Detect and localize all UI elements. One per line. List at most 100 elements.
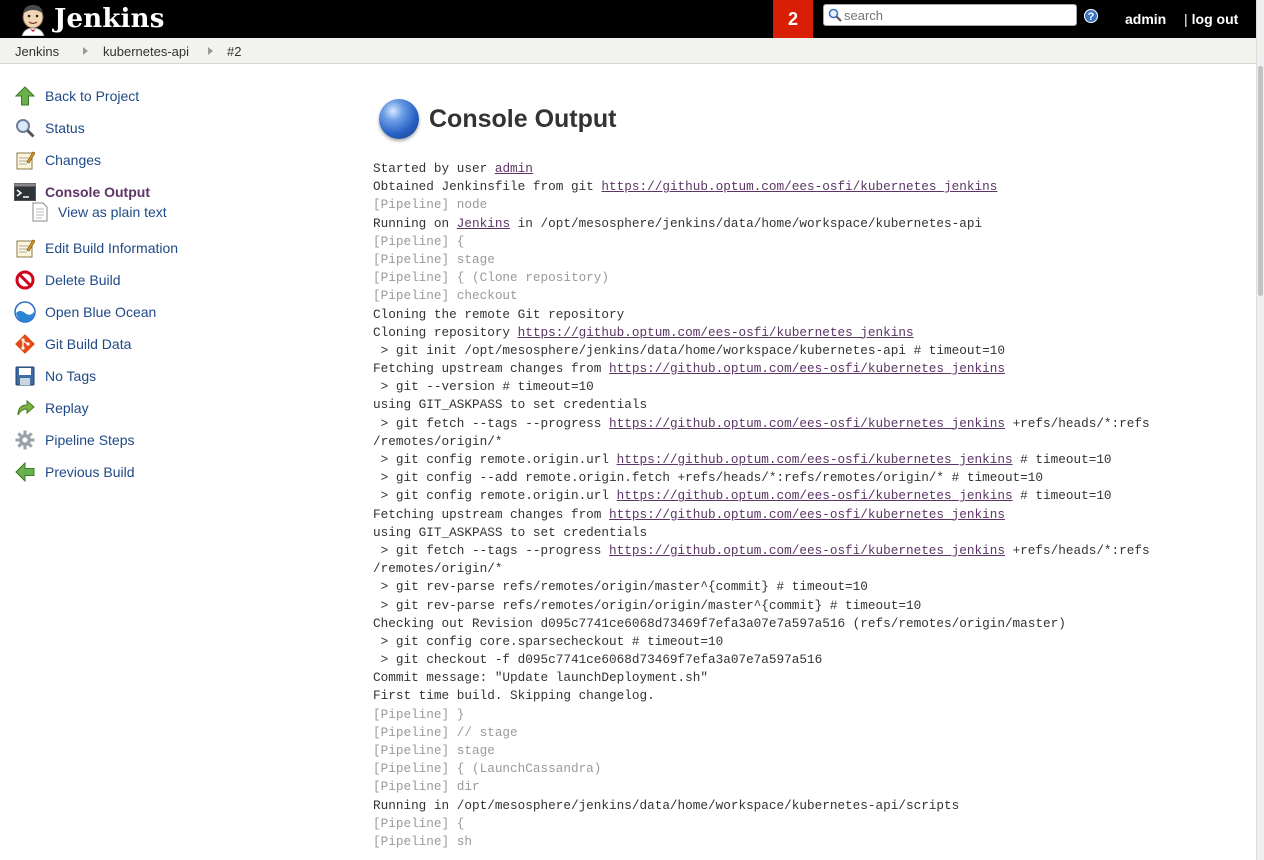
task-label: Changes	[45, 152, 102, 168]
console-text: Fetching upstream changes from	[373, 361, 610, 377]
scrollbar-thumb[interactable]	[1258, 66, 1263, 296]
console-text: > git init /opt/mesosphere/jenkins/data/…	[373, 342, 1005, 358]
console-text: Checking out Revision d095c7741ce6068d73…	[373, 615, 1066, 631]
console-text: > git rev-parse refs/remotes/origin/orig…	[373, 597, 922, 613]
console-line: /remotes/origin/*	[373, 560, 1253, 578]
console-link[interactable]: https://github.optum.com/ees-osfi/kubern…	[601, 179, 997, 194]
top-header: Jenkins 2 ? admin |log out	[0, 0, 1256, 38]
console-link[interactable]: https://github.optum.com/ees-osfi/kubern…	[518, 325, 914, 340]
task-label: Back to Project	[45, 88, 140, 104]
pipeline-step-text: [Pipeline] {	[373, 233, 465, 249]
breadcrumb-arrow-icon[interactable]	[83, 47, 88, 55]
logout-link[interactable]: | log out	[1184, 11, 1238, 27]
breadcrumb-build[interactable]: #2	[227, 44, 241, 59]
git-build-data-link[interactable]: Git Build Data	[14, 328, 314, 360]
changes-link[interactable]: Changes	[14, 144, 314, 176]
console-text: > git config core.sparsecheckout # timeo…	[373, 633, 724, 649]
console-line: [Pipeline] sh	[373, 833, 1253, 851]
replay-link[interactable]: Replay	[14, 392, 314, 424]
help-icon[interactable]: ?	[1084, 9, 1098, 23]
console-link[interactable]: https://github.optum.com/ees-osfi/kubern…	[609, 416, 1005, 431]
pipeline-step-text: [Pipeline] stage	[373, 251, 495, 267]
pipeline-step-text: [Pipeline] stage	[373, 743, 495, 758]
task-label: Delete Build	[45, 272, 121, 288]
pipeline-step-text: [Pipeline] }	[373, 706, 465, 722]
console-line: > git checkout -f d095c7741ce6068d73469f…	[373, 651, 1253, 669]
console-text: > git fetch --tags --progress	[373, 542, 610, 558]
console-link[interactable]: https://github.optum.com/ees-osfi/kubern…	[609, 361, 1005, 376]
main-panel: Console Output Started by user admin Obta…	[373, 96, 1243, 849]
task-label: Pipeline Steps	[45, 432, 135, 448]
pipeline-step-text: [Pipeline] { (LaunchCassandra)	[373, 761, 602, 777]
open-blue-ocean-link[interactable]: Open Blue Ocean	[14, 296, 314, 328]
task-label: Previous Build	[45, 464, 135, 480]
pipeline-step-text: [Pipeline] checkout	[373, 288, 518, 304]
console-line: > git init /opt/mesosphere/jenkins/data/…	[373, 342, 1253, 360]
console-link[interactable]: Jenkins	[457, 216, 510, 231]
console-text: # timeout=10	[1012, 488, 1112, 504]
no-tags-link[interactable]: No Tags	[14, 360, 314, 392]
page-heading: Console Output	[373, 96, 1243, 142]
breadcrumb-jenkins[interactable]: Jenkins	[15, 44, 59, 59]
console-line: [Pipeline] {	[373, 233, 1253, 251]
logo-text: Jenkins	[54, 4, 165, 34]
console-text: First time build. Skipping changelog.	[373, 688, 655, 704]
breadcrumb-job[interactable]: kubernetes-api	[103, 44, 189, 59]
console-line: Running on Jenkins in /opt/mesosphere/je…	[373, 215, 1253, 233]
console-line: [Pipeline] node	[373, 196, 1253, 214]
vertical-scrollbar[interactable]	[1256, 0, 1264, 860]
delete-build-link[interactable]: Delete Build	[14, 264, 314, 296]
console-link[interactable]: https://github.optum.com/ees-osfi/kubern…	[609, 543, 1005, 558]
pipeline-steps-link[interactable]: Pipeline Steps	[14, 424, 314, 456]
console-line: > git --version # timeout=10	[373, 378, 1253, 396]
console-line: Fetching upstream changes from https://g…	[373, 360, 1253, 378]
task-label: Status	[45, 120, 85, 136]
console-line: Cloning repository https://github.optum.…	[373, 324, 1253, 342]
pipeline-step-text: [Pipeline] // stage	[373, 724, 518, 740]
user-link[interactable]: admin	[1125, 11, 1166, 27]
console-text: /remotes/origin/*	[373, 433, 503, 449]
pipeline-step-text: [Pipeline] { (Clone repository)	[373, 270, 610, 286]
console-line: Running in /opt/mesosphere/jenkins/data/…	[373, 797, 1253, 815]
view-as-plain-text-link[interactable]: View as plain text	[14, 200, 314, 224]
magnifier-icon	[14, 117, 36, 139]
console-link[interactable]: https://github.optum.com/ees-osfi/kubern…	[609, 507, 1005, 522]
console-link[interactable]: admin	[495, 161, 533, 176]
console-text: Cloning repository	[373, 324, 518, 340]
jenkins-logo[interactable]: Jenkins	[14, 2, 165, 36]
console-line: Started by user admin	[373, 160, 1253, 178]
console-link[interactable]: https://github.optum.com/ees-osfi/kubern…	[617, 488, 1013, 503]
console-text: > git rev-parse refs/remotes/origin/mast…	[373, 579, 868, 595]
console-line: [Pipeline] { (Clone repository)	[373, 269, 1253, 287]
console-line: [Pipeline] }	[373, 706, 1253, 724]
left-arrow-icon	[14, 461, 36, 483]
task-label: Console Output	[45, 184, 150, 200]
console-text: > git config --add remote.origin.fetch +…	[373, 470, 1044, 486]
console-line: > git fetch --tags --progress https://gi…	[373, 542, 1253, 560]
no-entry-icon	[14, 269, 36, 291]
console-text: in /opt/mesosphere/jenkins/data/home/wor…	[510, 215, 983, 231]
console-text: +refs/heads/*:refs	[1004, 542, 1150, 558]
notification-badge[interactable]: 2	[773, 0, 813, 38]
console-line: [Pipeline] dir	[373, 778, 1253, 796]
previous-build-link[interactable]: Previous Build	[14, 456, 314, 488]
breadcrumb-arrow-icon[interactable]	[208, 47, 213, 55]
search-box	[823, 4, 1077, 26]
gear-icon	[14, 429, 36, 451]
console-line: Obtained Jenkinsfile from git https://gi…	[373, 178, 1253, 196]
console-link[interactable]: https://github.optum.com/ees-osfi/kubern…	[617, 452, 1013, 467]
console-line: Commit message: "Update launchDeployment…	[373, 669, 1253, 687]
task-label: Replay	[45, 400, 89, 416]
search-input[interactable]	[844, 6, 1072, 24]
console-line: [Pipeline] stage	[373, 742, 1253, 760]
console-line: [Pipeline] stage	[373, 251, 1253, 269]
back-to-project-link[interactable]: Back to Project	[14, 80, 314, 112]
notepad-icon	[14, 149, 36, 171]
edit-build-information-link[interactable]: Edit Build Information	[14, 232, 314, 264]
pipeline-step-text: [Pipeline] sh	[373, 833, 472, 849]
pipeline-step-text: [Pipeline] {	[373, 815, 465, 831]
console-line: > git config --add remote.origin.fetch +…	[373, 469, 1253, 487]
console-text: > git checkout -f d095c7741ce6068d73469f…	[373, 652, 823, 668]
status-link[interactable]: Status	[14, 112, 314, 144]
console-output: Started by user admin Obtained Jenkinsfil…	[373, 160, 1253, 851]
